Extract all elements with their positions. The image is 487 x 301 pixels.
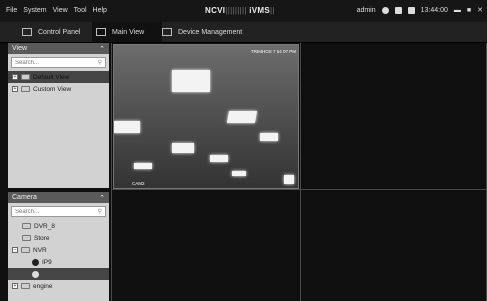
tab-main-view[interactable]: Main View [92,22,162,42]
ceiling-light [172,143,194,153]
expand-icon[interactable]: + [12,74,18,80]
ceiling-light [284,175,294,184]
tree-label: IP9 [42,258,52,266]
close-icon[interactable]: ✕ [477,6,483,14]
app-title-left: NCVI [205,6,226,15]
system-tray: admin 13:44:00 ▬ ■ ✕ [357,6,483,14]
camera-panel-title: Camera [12,194,37,201]
tab-label: Control Panel [38,28,81,36]
tree-label: engine [33,282,53,290]
menu-file[interactable]: File [6,7,17,14]
menu-tool[interactable]: Tool [74,7,87,14]
view-search-input[interactable] [15,59,85,66]
grid-icon [22,28,32,36]
app-title-suffix: || [270,6,275,15]
device-icon [21,283,30,289]
view-icon [21,86,30,92]
tree-item-store[interactable]: Store [8,232,109,244]
camera-panel: Camera ⌃ ⚲ DVR_8 Store − NVR IP9 + engin… [8,192,109,301]
collapse-icon[interactable]: ⌃ [99,45,105,53]
tree-item-default-view[interactable]: + Default View [8,71,109,83]
menu-system[interactable]: System [23,7,46,14]
view-panel-header: View ⌃ [8,43,109,54]
camera-panel-header: Camera ⌃ [8,192,109,203]
tree-item-dvr8[interactable]: DVR_8 [8,220,109,232]
minimize-icon[interactable]: ▬ [454,7,461,14]
monitor-icon [96,28,106,36]
camera-search-input[interactable] [15,208,85,215]
device-icon [22,235,31,241]
username[interactable]: admin [357,7,376,14]
tab-control-panel[interactable]: Control Panel [22,22,92,42]
tab-label: Main View [112,28,145,36]
tab-device-management[interactable]: Device Management [162,22,252,42]
ceiling-light [134,163,152,169]
tab-bar: Control Panel Main View Device Managemen… [0,22,487,43]
tab-label: Device Management [178,28,243,36]
camera-device-icon [162,28,172,36]
tree-label: DVR_8 [34,222,55,230]
tree-item-nvr[interactable]: − NVR [8,244,109,256]
grid-divider [111,189,487,190]
tree-label: Default View [33,73,70,81]
device-icon [22,223,31,229]
clock: 13:44:00 [420,6,448,14]
collapse-icon[interactable]: ⌃ [99,194,105,202]
grid-divider [300,43,301,301]
view-panel: View ⌃ ⚲ + Default View + Custom View [8,43,109,188]
search-icon[interactable]: ⚲ [98,208,102,215]
tree-item-ip9[interactable]: IP9 [8,256,109,268]
keyboard-icon[interactable] [407,6,415,14]
ceiling-light [232,171,246,176]
tree-item-selected-camera[interactable] [8,268,109,280]
camera-icon [32,258,39,266]
expand-icon[interactable]: + [12,283,18,289]
screen-icon[interactable] [394,6,402,14]
camera-search-box: ⚲ [11,206,106,217]
tree-item-engine[interactable]: + engine [8,280,109,292]
collapse-tree-icon[interactable]: − [12,247,18,253]
app-title: NCVI||||||||| iVMS|| [205,6,275,15]
view-panel-title: View [12,45,28,52]
tree-item-custom-view[interactable]: + Custom View [8,83,109,95]
menu-view[interactable]: View [53,7,68,14]
tree-label: Custom View [33,85,72,93]
ceiling-light [172,70,210,92]
maximize-icon[interactable]: ■ [467,7,471,14]
osd-camera-name: CAM2 [132,181,145,186]
device-icon [21,247,30,253]
view-search-box: ⚲ [11,57,106,68]
video-feed-window-1[interactable]: TRIMHOS 7 54 07 PM CAM2 [113,44,299,189]
tree-label: NVR [33,246,47,254]
ceiling-light [226,111,258,123]
ceiling-light [260,133,278,141]
app-title-mid: ||||||||| [225,6,247,15]
search-icon[interactable]: ⚲ [98,59,102,66]
ceiling-light [114,121,140,133]
menu-help[interactable]: Help [93,7,107,14]
menu-bar: File System View Tool Help NCVI|||||||||… [0,0,487,22]
expand-icon[interactable]: + [12,86,18,92]
app-title-right: iVMS [249,6,271,15]
camera-icon [32,270,39,278]
view-icon [21,74,30,80]
ceiling-light [210,155,228,162]
main-menu: File System View Tool Help [6,7,107,14]
tree-label: Store [34,234,50,242]
grid-divider [111,43,112,301]
osd-timestamp: TRIMHOS 7 54 07 PM [250,49,296,54]
lock-icon[interactable] [381,6,389,14]
